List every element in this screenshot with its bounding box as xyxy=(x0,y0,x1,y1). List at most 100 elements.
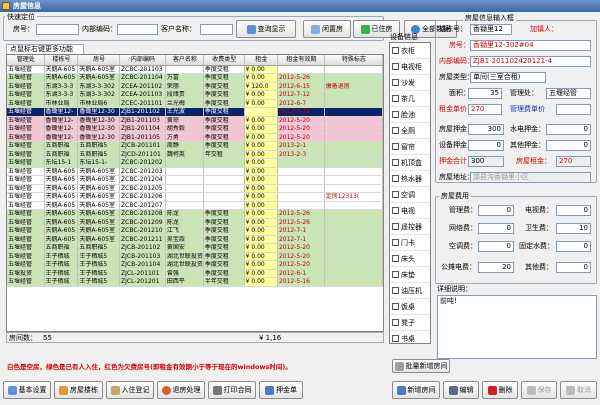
building-select[interactable]: 香锄里12 xyxy=(470,24,512,35)
internal-code-input[interactable] xyxy=(117,24,158,35)
type-select[interactable]: 单间(三室合租) xyxy=(470,72,546,83)
vacant-button[interactable]: 闲置房 xyxy=(303,20,351,38)
equipment-item[interactable]: 床头 xyxy=(390,251,430,267)
checkin-button[interactable]: 入住登记 xyxy=(106,381,154,399)
equipment-checkbox[interactable] xyxy=(392,303,399,310)
ac-fee-input[interactable]: 0 xyxy=(478,241,514,252)
equipment-checkbox[interactable] xyxy=(392,111,399,118)
basic-settings-button[interactable]: 基本设置 xyxy=(3,381,51,399)
equipment-checkbox[interactable] xyxy=(392,175,399,182)
tab-grid-hint[interactable]: 点鼠标右键更多功能 xyxy=(6,44,84,54)
equipment-item[interactable]: 电视柜 xyxy=(390,59,430,75)
equipment-item[interactable]: 脸池 xyxy=(390,107,430,123)
table-row[interactable]: 五堰经管 五商职福 五商职福5 ZJCB-201102 黄国安 季度交租 ¥ 0.00 201… xyxy=(7,243,383,253)
other-deposit-input[interactable]: 0 xyxy=(546,140,591,151)
equipment-item[interactable]: 遥控器 xyxy=(390,219,430,235)
equipment-item[interactable]: 油压机 xyxy=(390,283,430,299)
address-input[interactable]: 郧县沟香锄里小区 xyxy=(470,172,591,183)
table-row[interactable]: 五堰经管 香锄里12- 香锄里12-30 ZJB1-201104 胡秀毅 季度交租 ¥ 0.… xyxy=(7,124,383,134)
batch-add-button[interactable]: 批量新增房间 xyxy=(392,359,450,373)
equipment-checkbox[interactable] xyxy=(392,255,399,262)
public-power-input[interactable]: 20 xyxy=(478,262,514,273)
other-fee-input[interactable]: 0 xyxy=(556,262,591,273)
equipment-item[interactable]: 机顶盒 xyxy=(390,155,430,171)
equipment-checkbox[interactable] xyxy=(392,239,399,246)
equipment-item[interactable]: 茶几 xyxy=(390,91,430,107)
column-header[interactable]: 收费类型 xyxy=(203,55,245,66)
fixed-water-input[interactable]: 0 xyxy=(556,241,591,252)
equipment-checkbox[interactable] xyxy=(392,287,399,294)
table-row[interactable]: 五堰经管 五商职福 五商职福5 ZJCB-201101 周静 季度交租 ¥ 0.00 2013… xyxy=(7,141,383,151)
house-no-input[interactable] xyxy=(36,24,79,35)
equipment-checkbox[interactable] xyxy=(392,47,399,54)
equipment-item[interactable]: 饭桌 xyxy=(390,299,430,315)
table-row[interactable]: 五堰投资 王子栖城 王子栖城5 ZJCL-201101 曾强 季度交租 ¥ 0.00 2012… xyxy=(7,269,383,278)
equipment-checkbox[interactable] xyxy=(392,335,399,342)
water-deposit-input[interactable]: 0 xyxy=(546,124,591,135)
table-row[interactable]: 五堰经管 天鹅A-605 天鹅A-605室 ZCBC-201211 吴宝霞 季度交租 ¥ 0… xyxy=(7,235,383,244)
table-row[interactable]: 五堰经管 东湖3-3-3 东湖3-3-302 ZCEA-201102 荣丽 季度交租 ¥ 1… xyxy=(7,82,383,91)
equipment-checkbox[interactable] xyxy=(392,127,399,134)
equipment-item[interactable]: 书桌 xyxy=(390,331,430,343)
query-button[interactable]: 查询显示 xyxy=(236,20,296,38)
equipment-item[interactable]: 空调 xyxy=(390,187,430,203)
table-row[interactable]: 五堰经管 市林业局 市林业局6 ZCEC-201101 兰光梅 季度交租 ¥ 0.00 201… xyxy=(7,99,383,108)
equipment-item[interactable]: 热水器 xyxy=(390,171,430,187)
rent-input[interactable]: 270 xyxy=(468,104,502,115)
equipment-checkbox[interactable] xyxy=(392,207,399,214)
table-row[interactable]: 五堰经管 天鹅A-605 天鹅A-605室 ZCBC-201104 万富 季度交租 ¥ 0.… xyxy=(7,73,383,83)
equipment-checkbox[interactable] xyxy=(392,159,399,166)
equipment-item[interactable]: 电视 xyxy=(390,203,430,219)
table-row[interactable]: 五堰经管 王子栖城 王子栖城5 ZJCB-201103 湖北世联投资 季度交租 ¥ 0.00… xyxy=(7,252,383,261)
net-fee-input[interactable]: 0 xyxy=(478,223,514,234)
column-header[interactable]: 内部编码 xyxy=(119,55,166,66)
delete-button[interactable]: 删除 xyxy=(482,381,518,399)
area-input[interactable]: 35 xyxy=(468,88,502,99)
house-grid[interactable]: 管理处 楼栋号 房号 内部编码 客户名称 收费类型 租金 租金有效期 特殊标志 五堰经管 天鹅A-… xyxy=(6,54,384,332)
equipment-list[interactable]: 衣柜 电视柜 沙发 茶几 脸池 全厕 窗帘 机顶盒 热水器 空调 电视 遥控器 门卡 床头 床垫 油压机 饭桌凳… xyxy=(389,42,431,344)
equipment-item[interactable]: 窗帘 xyxy=(390,139,430,155)
table-row[interactable]: 五堰经管 天鹅A-605 天鹅A-605室 ZCBC-201207 ¥ 0.00 xyxy=(7,201,383,210)
table-row[interactable]: 五堰经管 东坛15-1 东坛15-1- ZCBC-201202 ¥ 0.00 xyxy=(7,158,383,168)
mgmt-fee-input[interactable]: 0 xyxy=(478,205,514,216)
office-select[interactable]: 五堰经管 xyxy=(546,88,591,99)
equipment-item[interactable]: 衣柜 xyxy=(390,43,430,59)
table-row[interactable]: 五堰经管 天鹅A-605 天鹅A-605室 ZCBC-201210 江飞 季度交租 ¥ 0.… xyxy=(7,226,383,236)
house-input[interactable]: 香锄里12-302#04 xyxy=(470,40,591,51)
table-row[interactable]: 五堰经管 天鹅A-605 天鹅A-605室 ZCBC-201206 ¥ 0.00 定房12… xyxy=(7,192,383,202)
column-header[interactable]: 特殊标志 xyxy=(324,55,383,66)
tv-fee-input[interactable]: 0 xyxy=(556,205,591,216)
table-row[interactable]: 五堰经管 天鹅A-605 天鹅A-605室 ZCBC-201103 季度交租 ¥ 0.00 xyxy=(7,65,383,74)
table-row[interactable]: 五堰经管 香锄里12- 香锄里12-30 ZJB1-201102 王光波 季度交租 ¥ 0.… xyxy=(7,107,383,117)
table-row[interactable]: 五堰经管 王子栖城 王子栖城5 ZJCB-201104 湖北世联投资 季度交租 ¥ 0.00… xyxy=(7,260,383,270)
table-row[interactable]: 五堰经管 香锄里12- 香锄里12-30 ZJB1-201103 黄琼 季度交租 ¥ 0.0… xyxy=(7,116,383,125)
building-button[interactable]: 房屋楼栋 xyxy=(54,381,103,399)
save-button[interactable]: 保存 xyxy=(521,381,557,399)
code-input[interactable]: ZJB1-201102420121-4 xyxy=(470,56,591,67)
equipment-checkbox[interactable] xyxy=(392,79,399,86)
table-row[interactable]: 五堰经管 王子栖城 王子栖城5 ZJCL-201201 田西平 半年交租 ¥ 0.00 201… xyxy=(7,277,383,287)
equipment-item[interactable]: 凳子 xyxy=(390,315,430,331)
table-row[interactable]: 五堰经管 天鹅A-605 天鹅A-605室 ZCBC-201204 ¥ 0.00 xyxy=(7,175,383,185)
table-row[interactable]: 五堰经管 五商职福 五商职福5 ZJCD-201101 魏柯英 年交租 ¥ 0.00 2013… xyxy=(7,150,383,159)
hygiene-fee-input[interactable]: 10 xyxy=(556,223,591,234)
equipment-checkbox[interactable] xyxy=(392,143,399,150)
print-contract-button[interactable]: 打印合同 xyxy=(208,381,256,399)
column-header[interactable]: 管理处 xyxy=(7,55,45,66)
fee-input[interactable] xyxy=(556,104,591,115)
equipment-checkbox[interactable] xyxy=(392,271,399,278)
cancel-button[interactable]: 取消 xyxy=(560,381,597,399)
table-row[interactable]: 五堰经管 东湖3-3-3 东湖3-3-302 ZCEA-201103 段绪贵 季度交租 ¥ … xyxy=(7,90,383,100)
table-row[interactable]: 五堰经管 香锄里12- 香锄里12-30 ZJB1-201105 方勇 季度交租 ¥ 0.0… xyxy=(7,133,383,142)
equipment-checkbox[interactable] xyxy=(392,191,399,198)
deposit-slip-button[interactable]: 押金单 xyxy=(259,381,303,399)
column-header[interactable]: 客户名称 xyxy=(165,55,204,66)
table-row[interactable]: 五堰经管 天鹅A-605 天鹅A-605室 ZCBC-201209 陈龙 季度交租 ¥ 0.… xyxy=(7,218,383,227)
edit-button[interactable]: 编辑 xyxy=(443,381,479,399)
equipment-checkbox[interactable] xyxy=(392,95,399,102)
equipment-checkbox[interactable] xyxy=(392,319,399,326)
table-row[interactable]: 五堰经管 天鹅A-605 天鹅A-605室 ZCBC-201203 ¥ 0.00 xyxy=(7,167,383,176)
add-room-button[interactable]: 新增房间 xyxy=(392,381,440,399)
equipment-checkbox[interactable] xyxy=(392,223,399,230)
deposit-input[interactable]: 300 xyxy=(468,124,504,135)
